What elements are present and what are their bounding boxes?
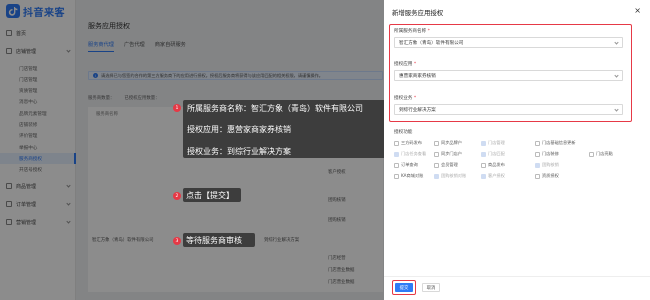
app-window: 抖音来客 首页 店铺管理 门店管理 门店管理 资质管理 消息中心 品牌元素管理 店铺装修 评价管…	[0, 0, 650, 300]
checkbox-icon	[535, 162, 540, 168]
checkbox-icon	[434, 151, 439, 157]
footer-divider	[384, 276, 650, 277]
perm-label: 客户授权	[488, 173, 505, 178]
step-1-line-3: 授权业务：到综行业解决方案	[187, 147, 291, 156]
business-select-value: 到综行业解决方案	[399, 107, 436, 113]
auth-drawer: 新增服务应用授权 × 所属服务商名称 * 智汇方象（青岛）软件有限公司 授权应用…	[384, 0, 650, 300]
step-2-badge: 2	[173, 192, 181, 200]
perm-label: 团购核销对账	[441, 173, 467, 178]
perm-checkbox[interactable]: 客户授权	[481, 173, 505, 179]
provider-select[interactable]: 智汇方象（青岛）软件有限公司	[394, 37, 623, 48]
app-select-value: 惠营家商家券核销	[399, 73, 436, 79]
perm-checkbox[interactable]: 门店基础信息更新	[535, 140, 576, 146]
perm-label: 三方码发布	[401, 140, 422, 145]
perm-label: 会员管理	[441, 162, 458, 167]
checkbox-icon	[481, 151, 486, 157]
perm-label: 同步品牌户	[441, 140, 462, 145]
perm-checkbox[interactable]: 门店亮點	[589, 151, 613, 157]
perm-checkbox[interactable]: 会员管理	[434, 162, 458, 168]
checkbox-icon	[394, 173, 399, 179]
perm-checkbox[interactable]: 资质授权	[535, 173, 559, 179]
perm-label: 门店任务查看	[401, 151, 427, 156]
checkbox-icon	[434, 162, 439, 168]
perm-label: 商品发布	[488, 162, 505, 167]
checkbox-icon	[481, 173, 486, 179]
provider-select-value: 智汇方象（青岛）软件有限公司	[399, 40, 464, 46]
perm-checkbox[interactable]: 订单查询	[394, 162, 418, 168]
perm-label: 门店亮點	[596, 151, 613, 156]
checkbox-icon	[434, 173, 439, 179]
checkbox-icon	[481, 140, 486, 146]
checkbox-icon	[535, 151, 540, 157]
perm-checkbox[interactable]: 团购核销	[535, 162, 559, 168]
chevron-down-icon	[614, 73, 619, 78]
app-select[interactable]: 惠营家商家券核销	[394, 70, 623, 81]
perm-label: 团购核销	[542, 162, 559, 167]
checkbox-icon	[434, 140, 439, 146]
step-3-callout: 等待服务商审核	[183, 233, 255, 247]
perm-checkbox[interactable]: 门店任务查看	[394, 151, 426, 157]
perm-checkbox[interactable]: 商品发布	[481, 162, 505, 168]
checkbox-icon	[535, 173, 540, 179]
perm-checkbox[interactable]: 团购核销对账	[434, 173, 466, 179]
perm-label: 订单查询	[401, 162, 418, 167]
perm-label: 门店匹配	[488, 151, 505, 156]
perm-checkbox[interactable]: KA商城对账	[394, 173, 423, 179]
close-icon[interactable]: ×	[634, 7, 641, 15]
chevron-down-icon	[614, 40, 619, 45]
checkbox-icon	[394, 140, 399, 146]
perm-checkbox[interactable]: 三方码发布	[394, 140, 422, 146]
perm-checkbox[interactable]: 同步门店户	[434, 151, 462, 157]
step-3-line: 等待服务商审核	[186, 236, 242, 245]
step-2-callout: 点击【提交】	[183, 188, 241, 202]
step-1-callout: 所属服务商名称：智汇方象（青岛）软件有限公司 授权应用：惠营家商家券核销 授权业…	[183, 100, 393, 158]
perm-label: 门店基础信息更新	[542, 140, 576, 145]
perm-label: KA商城对账	[401, 173, 424, 178]
app-field-label: 授权应用 *	[394, 62, 417, 67]
checkbox-icon	[589, 151, 594, 157]
drawer-title: 新增服务应用授权	[392, 9, 444, 17]
step-1-line-1: 所属服务商名称：智汇方象（青岛）软件有限公司	[187, 104, 363, 113]
step-1-badge: 1	[173, 104, 181, 112]
submit-button[interactable]: 提交	[395, 283, 413, 292]
step-3-badge: 3	[173, 237, 181, 245]
checkbox-icon	[394, 151, 399, 157]
step-1-line-2: 授权应用：惠营家商家券核销	[187, 125, 291, 134]
checkbox-icon	[394, 162, 399, 168]
step-2-line: 点击【提交】	[186, 191, 234, 200]
perm-checkbox[interactable]: 门店装修	[535, 151, 559, 157]
perm-label: 同步门店户	[441, 151, 462, 156]
perm-label: 门店装修	[542, 151, 559, 156]
perm-label: 门店管理	[488, 140, 505, 145]
perm-checkbox[interactable]: 同步品牌户	[434, 140, 462, 146]
business-select[interactable]: 到综行业解决方案	[394, 104, 623, 115]
checkbox-icon	[481, 162, 486, 168]
perm-checkbox[interactable]: 门店匹配	[481, 151, 505, 157]
provider-field-label: 所属服务商名称 *	[394, 29, 430, 34]
checkbox-icon	[535, 140, 540, 146]
cancel-button[interactable]: 取消	[422, 283, 440, 292]
perms-label: 授权功能	[394, 130, 413, 135]
chevron-down-icon	[614, 107, 619, 112]
business-field-label: 授权业务 *	[394, 96, 417, 101]
perm-label: 资质授权	[542, 173, 559, 178]
perm-checkbox[interactable]: 门店管理	[481, 140, 505, 146]
